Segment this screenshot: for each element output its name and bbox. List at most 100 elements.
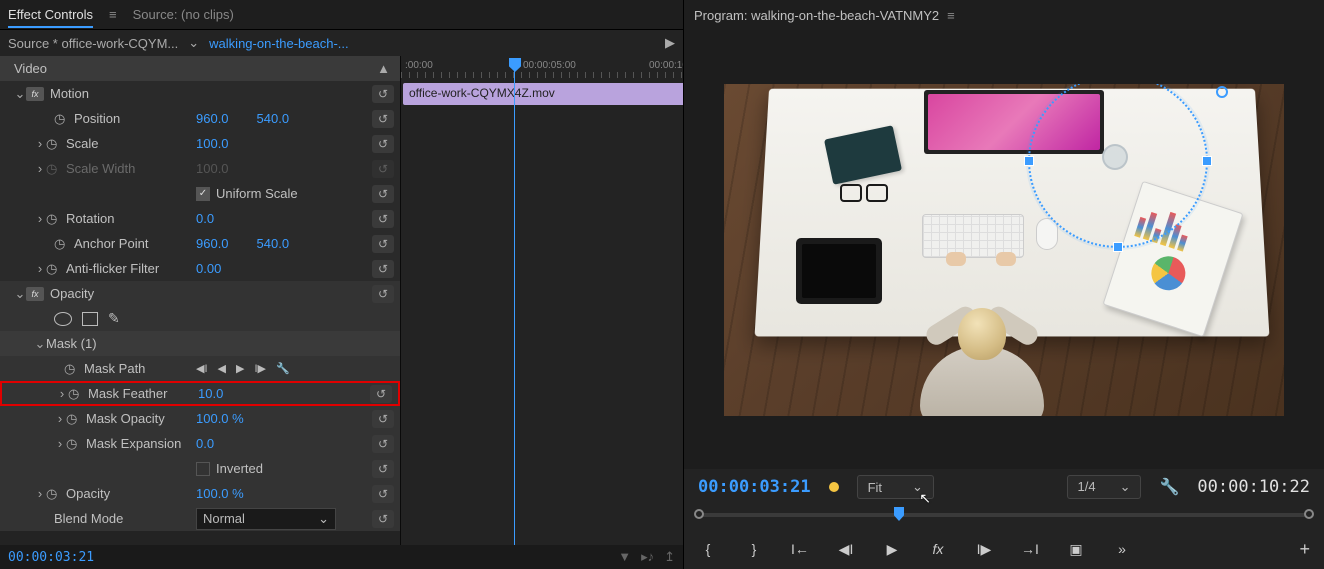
playhead-marker-icon[interactable] [894, 507, 904, 521]
twisty-icon[interactable]: › [56, 386, 68, 401]
prop-opacity[interactable]: › ◷ Opacity 100.0 % ↺ [0, 481, 400, 506]
stopwatch-icon[interactable]: ◷ [46, 261, 62, 277]
mask-opacity-value[interactable]: 100.0 % [196, 411, 244, 426]
prop-uniform-scale[interactable]: ✓ Uniform Scale ↺ [0, 181, 400, 206]
stopwatch-icon[interactable]: ◷ [46, 486, 62, 502]
snap-icon[interactable]: ▸♪ [641, 549, 654, 565]
twisty-icon[interactable]: › [34, 486, 46, 501]
track-settings-icon[interactable]: 🔧 [276, 362, 290, 375]
step-back-button[interactable]: ◀I [836, 541, 856, 558]
prop-scale[interactable]: › ◷ Scale 100.0 ↺ [0, 131, 400, 156]
mask-handle-icon[interactable] [1202, 156, 1212, 166]
stopwatch-icon[interactable]: ◷ [64, 361, 80, 377]
stopwatch-icon[interactable]: ◷ [54, 111, 70, 127]
effect-opacity[interactable]: ⌄ fx Opacity ↺ [0, 281, 400, 306]
program-scrubber[interactable] [684, 505, 1324, 529]
twisty-icon[interactable]: › [54, 436, 66, 451]
reset-button[interactable]: ↺ [372, 135, 394, 153]
prop-mask-path[interactable]: ◷ Mask Path ◀I ◀ ▶ I▶ 🔧 [0, 356, 400, 381]
playhead-icon[interactable] [509, 58, 521, 72]
prop-position[interactable]: ◷ Position 960.0 540.0 ↺ [0, 106, 400, 131]
reset-button[interactable]: ↺ [372, 110, 394, 128]
collapse-icon[interactable]: ▲ [377, 61, 394, 76]
prop-mask-feather[interactable]: › ◷ Mask Feather 10.0 ↺ [0, 381, 400, 406]
stopwatch-icon[interactable]: ◷ [46, 136, 62, 152]
add-button[interactable]: + [1299, 539, 1310, 560]
reset-button[interactable]: ↺ [372, 510, 394, 528]
fx-badge-icon[interactable]: fx [26, 87, 44, 101]
clip-bar[interactable]: office-work-CQYMX4Z.mov [403, 83, 683, 105]
effect-timeline[interactable]: :00:00 00:00:05:00 00:00:10: office-work… [400, 56, 683, 545]
twisty-icon[interactable]: › [34, 211, 46, 226]
prop-rotation[interactable]: › ◷ Rotation 0.0 ↺ [0, 206, 400, 231]
mask-handle-icon[interactable] [1113, 242, 1123, 252]
checkbox-icon[interactable] [196, 462, 210, 476]
prop-blend-mode[interactable]: Blend Mode Normal ⌄ ↺ [0, 506, 400, 531]
reset-button[interactable]: ↺ [372, 285, 394, 303]
track-fwd-icon[interactable]: ▶ [236, 362, 244, 375]
mask-expansion-value[interactable]: 0.0 [196, 436, 214, 451]
twisty-icon[interactable]: ⌄ [34, 336, 46, 352]
video-preview-area[interactable] [684, 30, 1324, 469]
reset-button[interactable]: ↺ [372, 85, 394, 103]
sequence-link[interactable]: walking-on-the-beach-... [209, 36, 348, 51]
stopwatch-icon[interactable]: ◷ [66, 411, 82, 427]
opacity-prop-value[interactable]: 100.0 % [196, 486, 244, 501]
fx-badge-icon[interactable]: fx [26, 287, 44, 301]
video-frame[interactable] [724, 84, 1284, 416]
position-y[interactable]: 540.0 [257, 111, 290, 126]
filter-icon[interactable]: ▼ [618, 549, 631, 565]
panel-menu-icon[interactable]: ≡ [109, 7, 117, 22]
twisty-icon[interactable]: ⌄ [14, 86, 26, 102]
anchor-y[interactable]: 540.0 [257, 236, 290, 251]
marker-dot-icon[interactable] [829, 482, 839, 492]
stopwatch-icon[interactable]: ◷ [66, 436, 82, 452]
twisty-icon[interactable]: › [34, 261, 46, 276]
more-button[interactable]: » [1112, 541, 1132, 557]
reset-button[interactable]: ↺ [372, 410, 394, 428]
effects-toggle-button[interactable]: fx [928, 541, 948, 557]
mask-feather-handle-icon[interactable] [1216, 86, 1228, 98]
resolution-dropdown[interactable]: 1/4 ⌄ [1067, 475, 1142, 499]
twisty-icon[interactable]: › [54, 411, 66, 426]
reset-button[interactable]: ↺ [372, 485, 394, 503]
mask-feather-value[interactable]: 10.0 [198, 386, 223, 401]
reset-button[interactable]: ↺ [372, 260, 394, 278]
track-back-one-icon[interactable]: ◀I [196, 362, 208, 375]
lift-button[interactable]: ▣ [1066, 541, 1086, 558]
zoom-handle-left-icon[interactable] [694, 509, 704, 519]
tab-source[interactable]: Source: (no clips) [133, 7, 234, 22]
pen-mask-icon[interactable]: ✎ [108, 310, 120, 327]
reset-button[interactable]: ↺ [372, 185, 394, 203]
timeline-ruler[interactable]: :00:00 00:00:05:00 00:00:10: [401, 56, 683, 82]
twisty-icon[interactable]: ⌄ [14, 286, 26, 302]
twisty-icon[interactable]: › [34, 136, 46, 151]
effect-motion[interactable]: ⌄ fx Motion ↺ [0, 81, 400, 106]
blend-mode-dropdown[interactable]: Normal ⌄ [196, 508, 336, 530]
play-button[interactable]: ▶ [882, 541, 902, 558]
ellipse-mask-icon[interactable] [54, 312, 72, 326]
prop-antiflicker[interactable]: › ◷ Anti-flicker Filter 0.00 ↺ [0, 256, 400, 281]
reset-button[interactable]: ↺ [372, 460, 394, 478]
step-forward-button[interactable]: I▶ [974, 541, 994, 558]
anchor-x[interactable]: 960.0 [196, 236, 229, 251]
current-timecode[interactable]: 00:00:03:21 [698, 477, 811, 497]
reset-button[interactable]: ↺ [372, 235, 394, 253]
rectangle-mask-icon[interactable] [82, 312, 98, 326]
prop-anchor-point[interactable]: ◷ Anchor Point 960.0 540.0 ↺ [0, 231, 400, 256]
prop-mask-expansion[interactable]: › ◷ Mask Expansion 0.0 ↺ [0, 431, 400, 456]
prop-mask-opacity[interactable]: › ◷ Mask Opacity 100.0 % ↺ [0, 406, 400, 431]
position-x[interactable]: 960.0 [196, 111, 229, 126]
mark-in-button[interactable]: { [698, 541, 718, 557]
export-icon[interactable]: ↥ [664, 549, 675, 565]
settings-icon[interactable]: 🔧 [1159, 477, 1179, 497]
zoom-handle-right-icon[interactable] [1304, 509, 1314, 519]
go-to-in-button[interactable]: I← [790, 541, 810, 557]
play-icon[interactable]: ▶ [665, 35, 675, 51]
reset-button[interactable]: ↺ [372, 435, 394, 453]
mask-ellipse-overlay[interactable] [1028, 84, 1208, 248]
stopwatch-icon[interactable]: ◷ [54, 236, 70, 252]
source-dropdown-icon[interactable]: ⌄ [184, 35, 203, 51]
antiflicker-value[interactable]: 0.00 [196, 261, 221, 276]
mask-handle-icon[interactable] [1024, 156, 1034, 166]
